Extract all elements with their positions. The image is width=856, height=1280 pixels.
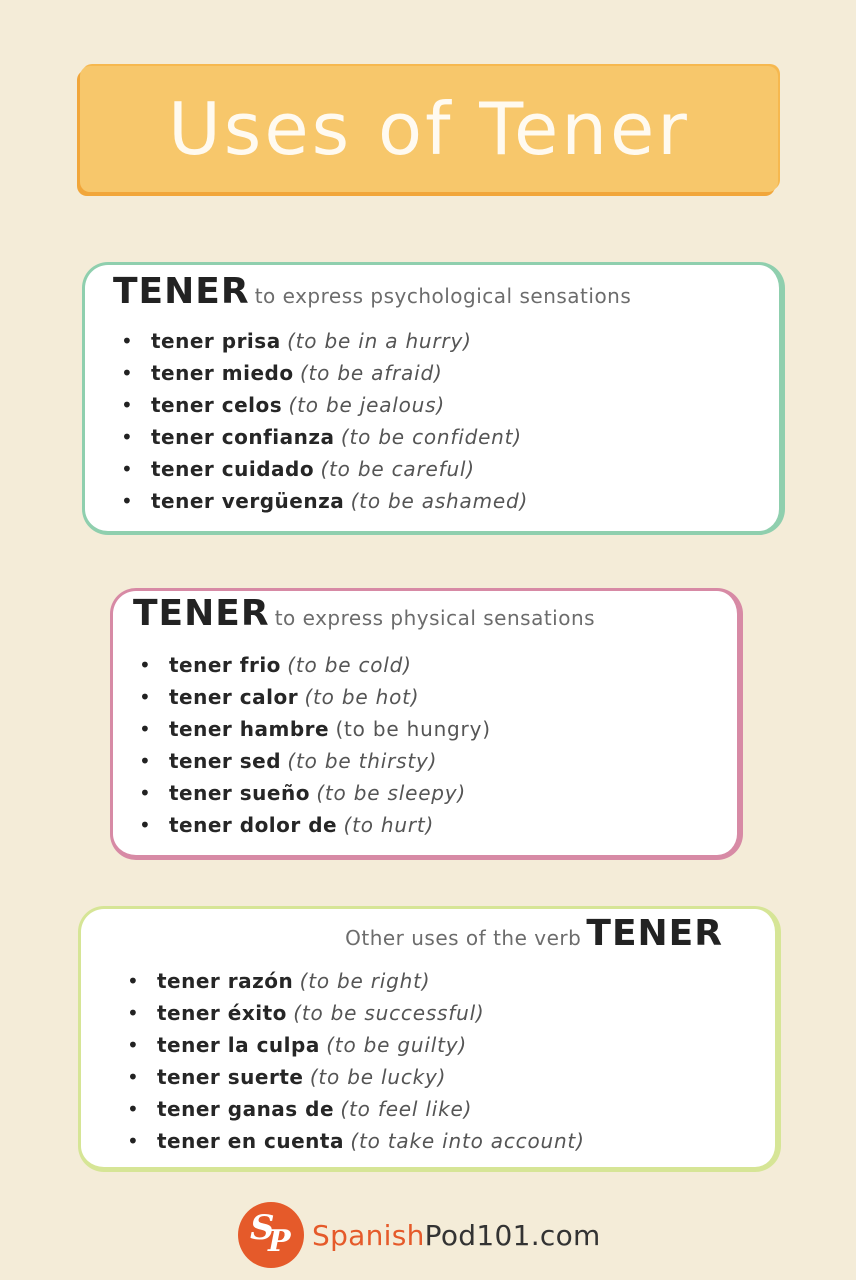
brand-part-spanish: Spanish xyxy=(312,1218,425,1252)
bullet-icon: • xyxy=(121,425,133,449)
item-term: tener sueño xyxy=(169,781,310,805)
item-meaning: (to be successful) xyxy=(293,1001,485,1025)
bullet-icon: • xyxy=(139,749,151,773)
spanishpod-logo-icon: SP xyxy=(238,1202,304,1268)
bullet-icon: • xyxy=(127,1065,139,1089)
list-item: • tener vergüenza (to be ashamed) xyxy=(121,485,528,517)
bullet-icon: • xyxy=(127,1129,139,1153)
list-item: • tener miedo (to be afraid) xyxy=(121,357,528,389)
item-meaning: (to be hot) xyxy=(304,685,420,709)
list-item: • tener calor (to be hot) xyxy=(139,681,491,713)
section-verb: TENER xyxy=(113,271,250,312)
list-item: • tener ganas de (to feel like) xyxy=(127,1093,585,1125)
item-term: tener calor xyxy=(169,685,299,709)
list-item: • tener hambre (to be hungry) xyxy=(139,713,491,745)
item-term: tener ganas de xyxy=(157,1097,335,1121)
item-meaning: (to be sleepy) xyxy=(316,781,467,805)
bullet-icon: • xyxy=(139,685,151,709)
item-meaning: (to feel like) xyxy=(340,1097,473,1121)
item-term: tener éxito xyxy=(157,1001,287,1025)
bullet-icon: • xyxy=(139,653,151,677)
bullet-icon: • xyxy=(127,969,139,993)
item-term: tener confianza xyxy=(151,425,335,449)
list-item: • tener dolor de (to hurt) xyxy=(139,809,491,841)
item-meaning: (to be confident) xyxy=(340,425,522,449)
item-term: tener frio xyxy=(169,653,281,677)
bullet-icon: • xyxy=(121,361,133,385)
item-list: • tener frio (to be cold) • tener calor (t… xyxy=(139,649,491,841)
bullet-icon: • xyxy=(127,1097,139,1121)
section-subtitle: to express psychological sensations xyxy=(254,284,632,308)
section-physical: TENER to express physical sensations • te… xyxy=(110,588,743,860)
item-meaning: (to be guilty) xyxy=(326,1033,467,1057)
item-meaning: (to be afraid) xyxy=(299,361,443,385)
bullet-icon: • xyxy=(139,781,151,805)
list-item: • tener confianza (to be confident) xyxy=(121,421,528,453)
list-item: • tener sueño (to be sleepy) xyxy=(139,777,491,809)
bullet-icon: • xyxy=(127,1033,139,1057)
section-subtitle: to express physical sensations xyxy=(274,606,596,630)
section-subtitle: Other uses of the verb xyxy=(345,926,582,950)
bullet-icon: • xyxy=(121,393,133,417)
item-meaning: (to be right) xyxy=(299,969,431,993)
item-term: tener sed xyxy=(169,749,282,773)
section-verb: TENER xyxy=(133,593,270,634)
item-meaning: (to be thirsty) xyxy=(287,749,438,773)
bullet-icon: • xyxy=(127,1001,139,1025)
bullet-icon: • xyxy=(139,813,151,837)
item-meaning: (to be hungry) xyxy=(335,717,491,741)
item-meaning: (to be lucky) xyxy=(309,1065,447,1089)
item-term: tener celos xyxy=(151,393,283,417)
item-term: tener hambre xyxy=(169,717,330,741)
item-meaning: (to be careful) xyxy=(320,457,475,481)
bullet-icon: • xyxy=(121,457,133,481)
brand-part-pod: Pod101.com xyxy=(424,1218,601,1252)
item-meaning: (to be cold) xyxy=(287,653,412,677)
item-meaning: (to be jealous) xyxy=(288,393,445,417)
item-term: tener vergüenza xyxy=(151,489,345,513)
bullet-icon: • xyxy=(121,489,133,513)
item-term: tener en cuenta xyxy=(157,1129,344,1153)
item-meaning: (to hurt) xyxy=(343,813,435,837)
brand-name: SpanishPod101.com xyxy=(312,1219,601,1252)
list-item: • tener éxito (to be successful) xyxy=(127,997,585,1029)
item-term: tener suerte xyxy=(157,1065,304,1089)
brand-footer: SP SpanishPod101.com xyxy=(238,1200,601,1270)
list-item: • tener en cuenta (to take into account) xyxy=(127,1125,585,1157)
list-item: • tener prisa (to be in a hurry) xyxy=(121,325,528,357)
item-term: tener razón xyxy=(157,969,294,993)
list-item: • tener celos (to be jealous) xyxy=(121,389,528,421)
item-list: • tener razón (to be right) • tener éxito … xyxy=(127,965,585,1157)
bullet-icon: • xyxy=(121,329,133,353)
item-term: tener la culpa xyxy=(157,1033,320,1057)
list-item: • tener suerte (to be lucky) xyxy=(127,1061,585,1093)
section-other-uses: Other uses of the verb TENER • tener razó… xyxy=(78,906,781,1172)
section-psychological: TENER to express psychological sensation… xyxy=(82,262,785,535)
section-heading: Other uses of the verb TENER xyxy=(345,913,723,954)
list-item: • tener razón (to be right) xyxy=(127,965,585,997)
infographic-page: Uses of Tener TENER to express psycholog… xyxy=(0,0,856,1280)
item-term: tener cuidado xyxy=(151,457,315,481)
bullet-icon: • xyxy=(139,717,151,741)
item-meaning: (to take into account) xyxy=(350,1129,585,1153)
item-meaning: (to be ashamed) xyxy=(350,489,529,513)
section-verb: TENER xyxy=(586,913,723,954)
section-heading: TENER to express physical sensations xyxy=(133,593,595,634)
title-banner: Uses of Tener xyxy=(80,66,778,192)
item-meaning: (to be in a hurry) xyxy=(287,329,472,353)
section-heading: TENER to express psychological sensation… xyxy=(113,271,631,312)
list-item: • tener frio (to be cold) xyxy=(139,649,491,681)
list-item: • tener cuidado (to be careful) xyxy=(121,453,528,485)
list-item: • tener sed (to be thirsty) xyxy=(139,745,491,777)
item-term: tener prisa xyxy=(151,329,281,353)
page-title: Uses of Tener xyxy=(168,87,690,171)
item-list: • tener prisa (to be in a hurry) • tener m… xyxy=(121,325,528,517)
list-item: • tener la culpa (to be guilty) xyxy=(127,1029,585,1061)
item-term: tener miedo xyxy=(151,361,294,385)
item-term: tener dolor de xyxy=(169,813,338,837)
